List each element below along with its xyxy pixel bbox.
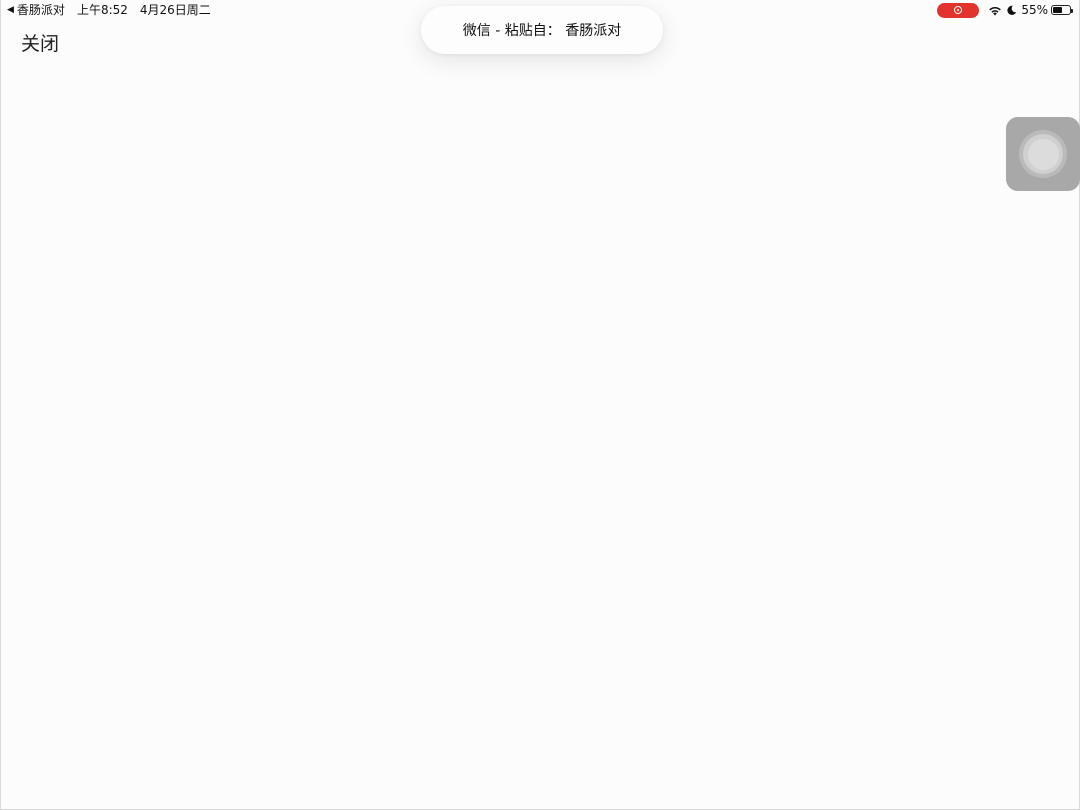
screen-recording-icon[interactable] [937, 2, 980, 18]
assistive-touch-button[interactable] [1006, 117, 1080, 191]
assistive-touch-inner-ring [1023, 134, 1063, 174]
battery-icon [1051, 5, 1073, 15]
status-right: 55% [937, 2, 1073, 18]
record-dot [954, 6, 963, 14]
paste-banner-text: 微信 - 粘贴自： 香肠派对 [462, 23, 622, 39]
back-arrow-icon[interactable]: ◀ [7, 2, 14, 18]
assistive-touch-outer-ring [1019, 130, 1067, 178]
do-not-disturb-moon-icon [1006, 5, 1017, 16]
close-button[interactable]: 关闭 [21, 32, 59, 56]
status-left: ◀ 香肠派对 上午8:52 4月26日周二 [7, 2, 211, 18]
screen: ◀ 香肠派对 上午8:52 4月26日周二 55% 微信 - 粘贴自： 香肠派对… [0, 0, 1080, 810]
back-app-link[interactable]: 香肠派对 [17, 2, 65, 18]
status-time: 上午8:52 [76, 3, 128, 17]
status-date: 4月26日周二 [139, 3, 211, 17]
battery-fill [1053, 7, 1062, 13]
paste-notification-banner: 微信 - 粘贴自： 香肠派对 [421, 6, 663, 54]
wifi-icon [988, 5, 1002, 16]
battery-percent: 55% [1021, 3, 1048, 17]
assistive-touch-icon [1027, 138, 1059, 170]
